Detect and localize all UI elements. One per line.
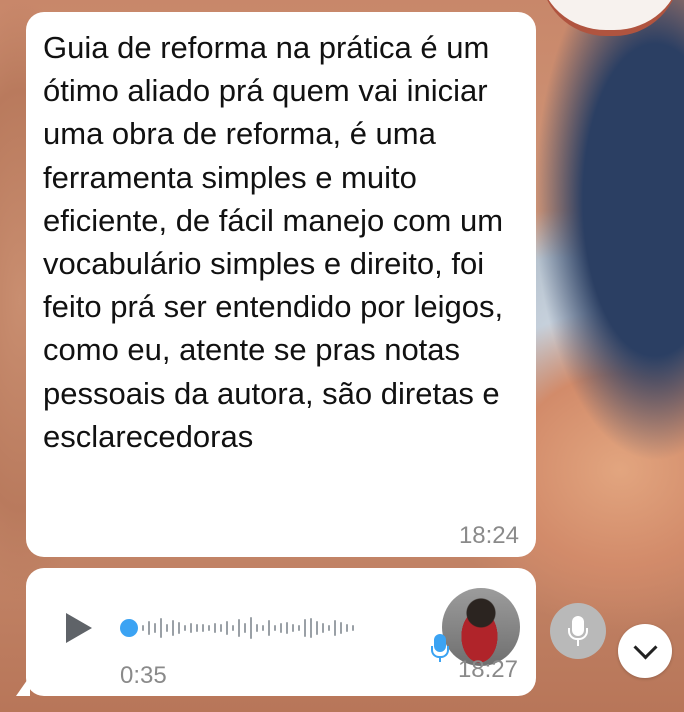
- waveform-bar: [322, 623, 324, 633]
- audio-progress-handle[interactable]: [120, 619, 138, 637]
- waveform-bar: [310, 618, 312, 638]
- play-icon[interactable]: [66, 613, 92, 643]
- waveform-bar: [226, 621, 228, 635]
- waveform-bar: [238, 619, 240, 637]
- message-bubble-text[interactable]: Guia de reforma na prática é um ótimo al…: [26, 12, 536, 557]
- waveform-bar: [178, 622, 180, 634]
- waveform-bar: [256, 624, 258, 632]
- waveform-bar: [208, 625, 210, 631]
- waveform-bar: [328, 625, 330, 631]
- message-time: 18:27: [457, 656, 518, 683]
- waveform-bar: [304, 619, 306, 637]
- waveform-bar: [154, 623, 156, 633]
- waveform-bar: [346, 624, 348, 632]
- record-voice-button[interactable]: [550, 603, 606, 659]
- audio-waveform[interactable]: [142, 610, 410, 646]
- waveform-bar: [244, 623, 246, 633]
- microphone-icon: [568, 616, 588, 646]
- mic-icon: [431, 634, 449, 662]
- waveform-bar: [352, 625, 354, 631]
- scroll-down-button[interactable]: [618, 624, 672, 678]
- waveform-bar: [316, 621, 318, 635]
- waveform-bar: [286, 622, 288, 634]
- waveform-bar: [184, 625, 186, 631]
- waveform-bar: [268, 620, 270, 636]
- waveform-bar: [190, 623, 192, 633]
- waveform-bar: [298, 625, 300, 631]
- waveform-bar: [214, 623, 216, 633]
- sender-avatar[interactable]: [442, 588, 520, 666]
- waveform-bar: [274, 625, 276, 631]
- waveform-bar: [160, 618, 162, 638]
- waveform-bar: [166, 624, 168, 632]
- waveform-bar: [280, 623, 282, 633]
- audio-duration: 0:35: [120, 662, 167, 689]
- waveform-bar: [340, 622, 342, 634]
- waveform-bar: [172, 620, 174, 636]
- message-time: 18:24: [458, 522, 519, 549]
- waveform-bar: [202, 624, 204, 632]
- waveform-bar: [148, 621, 150, 635]
- message-text: Guia de reforma na prática é um ótimo al…: [43, 30, 504, 454]
- waveform-bar: [142, 625, 144, 631]
- waveform-bar: [196, 624, 198, 632]
- waveform-bar: [220, 624, 222, 632]
- message-bubble-audio[interactable]: 0:35 18:27: [26, 568, 536, 696]
- waveform-bar: [232, 625, 234, 631]
- waveform-bar: [250, 617, 252, 639]
- waveform-bar: [334, 620, 336, 636]
- waveform-bar: [292, 624, 294, 632]
- chevron-down-icon: [633, 635, 658, 660]
- waveform-bar: [262, 625, 264, 631]
